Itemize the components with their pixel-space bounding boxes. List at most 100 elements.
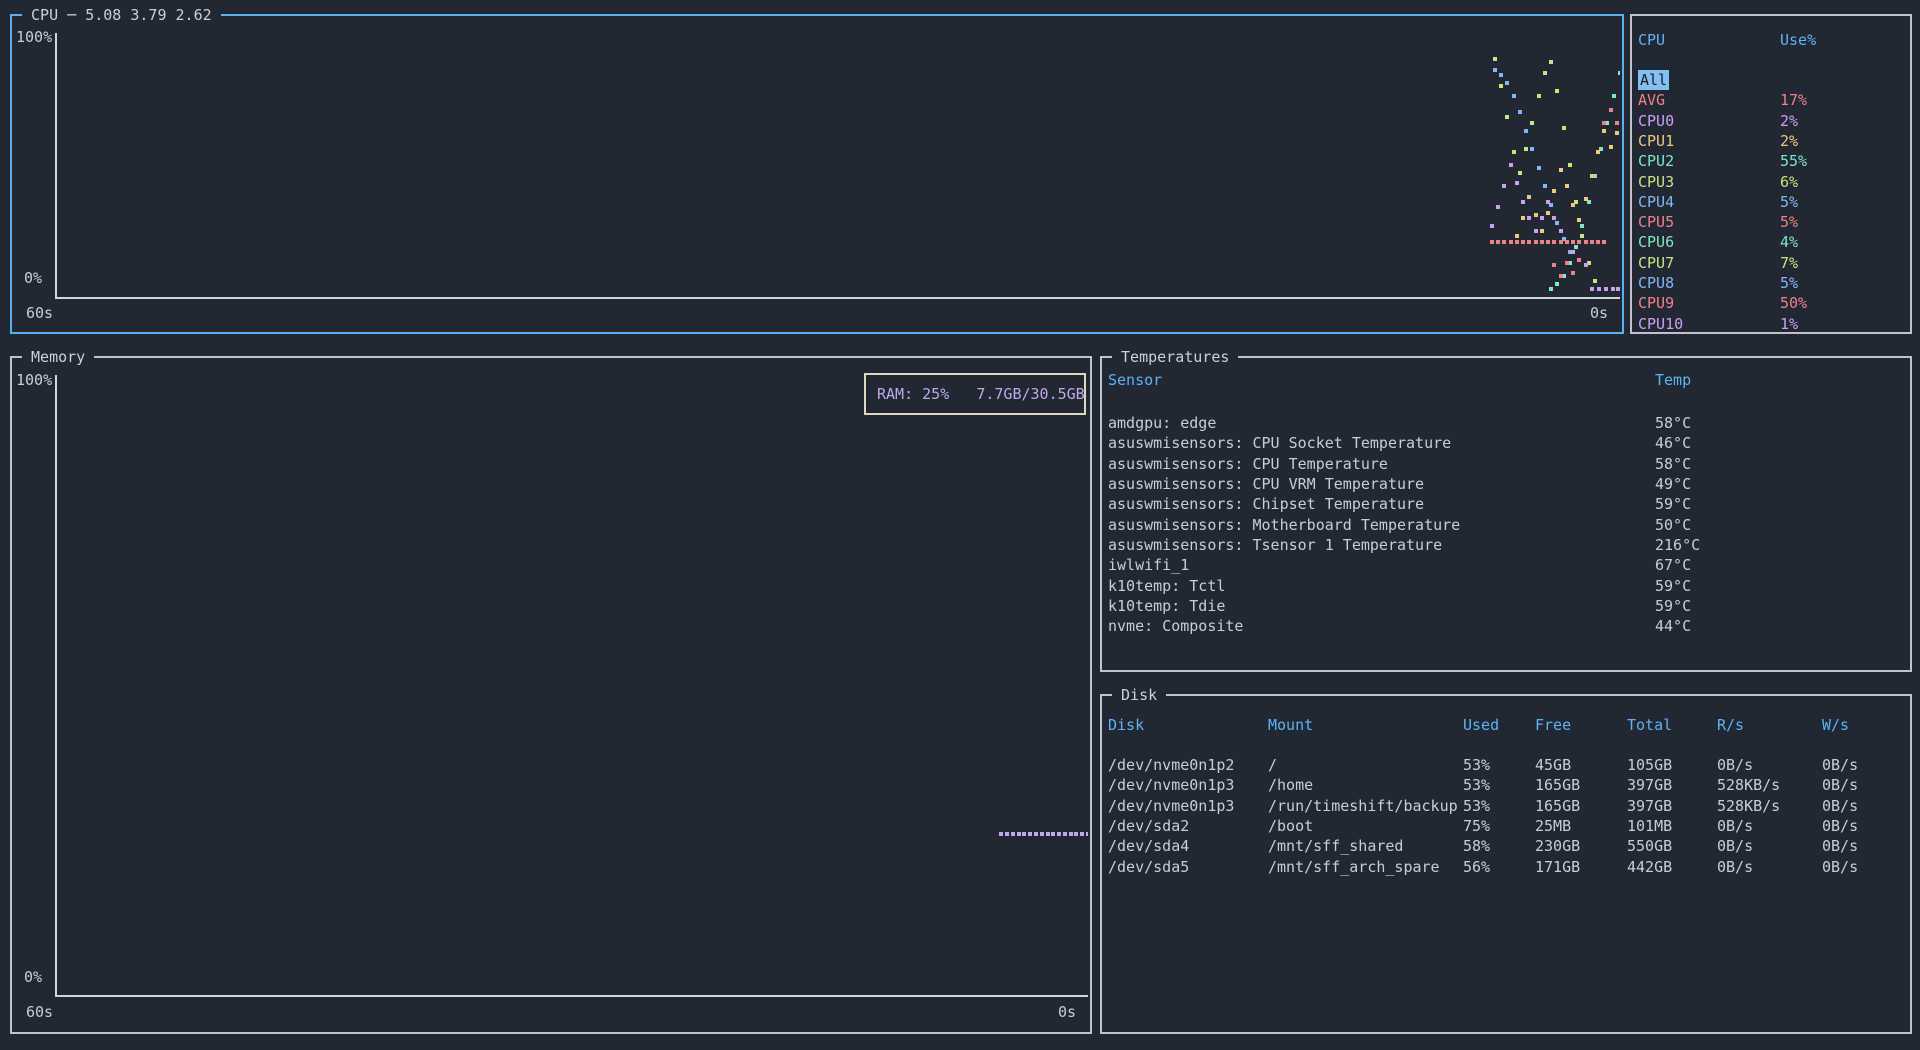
plot-dot xyxy=(1496,240,1500,244)
plot-dot xyxy=(999,832,1003,836)
disk-row[interactable]: /dev/sda5/mnt/sff_arch_spare56%171GB442G… xyxy=(1102,857,1910,877)
disk-read-speed: 0B/s xyxy=(1717,857,1753,877)
plot-dot xyxy=(1618,71,1620,75)
temperature-row[interactable]: k10temp: Tctl59°C xyxy=(1102,576,1910,596)
temperature-row[interactable]: asuswmisensors: CPU VRM Temperature 49°C xyxy=(1102,474,1910,494)
disk-row[interactable]: /dev/nvme0n1p3/run/timeshift/backup53%16… xyxy=(1102,796,1910,816)
plot-dot xyxy=(1571,271,1575,275)
temperature-row[interactable]: asuswmisensors: CPU Socket Temperature46… xyxy=(1102,433,1910,453)
temperature-row[interactable]: asuswmisensors: Chipset Temperature59°C xyxy=(1102,494,1910,514)
cpu-legend-row-cpu1[interactable]: CPU12% xyxy=(1632,131,1910,151)
memory-graph-panel[interactable]: Memory 100% 0% 60s 0s RAM: 25% 7.7GB/30.… xyxy=(10,356,1092,1034)
sensor-temp: 58°C xyxy=(1655,454,1691,474)
disk-row[interactable]: /dev/nvme0n1p3/home53%165GB397GB528KB/s0… xyxy=(1102,775,1910,795)
disk-total: 105GB xyxy=(1627,755,1672,775)
temperature-row[interactable]: k10temp: Tdie 59°C xyxy=(1102,596,1910,616)
disk-total: 397GB xyxy=(1627,775,1672,795)
plot-dot xyxy=(1571,250,1575,254)
cpu-legend-label: CPU2 xyxy=(1638,151,1674,171)
plot-dot xyxy=(1534,229,1538,233)
temperatures-panel[interactable]: Temperatures Sensor Temp amdgpu: edge58°… xyxy=(1100,356,1912,672)
cpu-legend-label: CPU10 xyxy=(1638,314,1683,334)
plot-dot xyxy=(1546,200,1550,204)
disk-col-disk: Disk xyxy=(1108,716,1144,734)
plot-dot xyxy=(1069,832,1073,836)
sensor-temp: 58°C xyxy=(1655,413,1691,433)
cpu-legend-value: 1% xyxy=(1780,314,1798,334)
plot-dot xyxy=(1616,287,1620,291)
plot-dot xyxy=(1005,832,1009,836)
sensor-temp: 59°C xyxy=(1655,494,1691,514)
plot-dot xyxy=(1512,94,1516,98)
plot-dot xyxy=(1559,274,1563,278)
plot-dot xyxy=(1562,126,1566,130)
disk-col-total: Total xyxy=(1627,716,1672,734)
cpu-legend-row-cpu4[interactable]: CPU45% xyxy=(1632,192,1910,212)
plot-dot xyxy=(1490,224,1494,228)
temps-col-temp: Temp xyxy=(1655,371,1691,389)
temperature-row[interactable]: asuswmisensors: Tsensor 1 Temperature216… xyxy=(1102,535,1910,555)
cpu-legend-row-cpu3[interactable]: CPU36% xyxy=(1632,172,1910,192)
plot-dot xyxy=(1552,263,1556,267)
disk-row[interactable]: /dev/nvme0n1p2/53%45GB105GB0B/s0B/s xyxy=(1102,755,1910,775)
plot-dot xyxy=(1040,832,1044,836)
temperature-row[interactable]: asuswmisensors: CPU Temperature58°C xyxy=(1102,454,1910,474)
cpu-legend-panel[interactable]: CPU Use% AllAVG17%CPU02%CPU12%CPU255%CPU… xyxy=(1630,14,1912,334)
temperature-row[interactable]: nvme: Composite44°C xyxy=(1102,616,1910,636)
cpu-legend-label: CPU7 xyxy=(1638,253,1674,273)
plot-dot xyxy=(1552,189,1556,193)
sensor-name: asuswmisensors: CPU VRM Temperature xyxy=(1108,474,1424,494)
cpu-legend-label: CPU1 xyxy=(1638,131,1674,151)
sensor-temp: 59°C xyxy=(1655,576,1691,596)
cpu-legend-row-cpu10[interactable]: CPU10 1% xyxy=(1632,314,1910,334)
disk-used: 53% xyxy=(1463,796,1490,816)
disk-row[interactable]: /dev/sda4/mnt/sff_shared58%230GB550GB0B/… xyxy=(1102,836,1910,856)
cpu-legend-label: CPU6 xyxy=(1638,232,1674,252)
plot-dot xyxy=(1063,832,1067,836)
plot-dot xyxy=(1577,240,1581,244)
plot-dot xyxy=(1515,240,1519,244)
cpu-legend-label: AVG xyxy=(1638,90,1665,110)
plot-dot xyxy=(1549,287,1553,291)
plot-dot xyxy=(1524,129,1528,133)
disk-col-free: Free xyxy=(1535,716,1571,734)
cpu-legend-row-cpu2[interactable]: CPU255% xyxy=(1632,151,1910,171)
cpu-legend-row-all[interactable]: All xyxy=(1632,70,1910,90)
disk-read-speed: 0B/s xyxy=(1717,836,1753,856)
plot-dot xyxy=(1584,263,1588,267)
disk-free: 45GB xyxy=(1535,755,1571,775)
plot-dot xyxy=(1499,73,1503,77)
plot-dot xyxy=(1502,184,1506,188)
sensor-temp: 49°C xyxy=(1655,474,1691,494)
cpu-legend-row-cpu5[interactable]: CPU55% xyxy=(1632,212,1910,232)
plot-dot xyxy=(1505,81,1509,85)
disk-row[interactable]: /dev/sda2/boot75%25MB101MB0B/s0B/s xyxy=(1102,816,1910,836)
disk-col-ws: W/s xyxy=(1822,716,1849,734)
plot-dot xyxy=(1521,216,1525,220)
disk-device: /dev/nvme0n1p2 xyxy=(1108,755,1234,775)
plot-dot xyxy=(1086,832,1088,836)
plot-dot xyxy=(1552,216,1556,220)
disk-free: 230GB xyxy=(1535,836,1580,856)
plot-dot xyxy=(1515,234,1519,238)
plot-dot xyxy=(1499,84,1503,88)
disk-panel[interactable]: Disk Disk Mount Used Free Total R/s W/s … xyxy=(1100,694,1912,1034)
cpu-legend-row-cpu8[interactable]: CPU85% xyxy=(1632,273,1910,293)
cpu-legend-row-cpu9[interactable]: CPU950% xyxy=(1632,293,1910,313)
temperature-row[interactable]: iwlwifi_167°C xyxy=(1102,555,1910,575)
temperature-row[interactable]: asuswmisensors: Motherboard Temperature5… xyxy=(1102,515,1910,535)
cpu-graph-panel[interactable]: CPU ─ 5.08 3.79 2.62 100% 0% 60s 0s xyxy=(10,14,1624,334)
cpu-legend-row-cpu6[interactable]: CPU64% xyxy=(1632,232,1910,252)
disk-used: 53% xyxy=(1463,755,1490,775)
temperature-row[interactable]: amdgpu: edge58°C xyxy=(1102,413,1910,433)
cpu-legend-row-avg[interactable]: AVG17% xyxy=(1632,90,1910,110)
plot-dot xyxy=(1597,287,1601,291)
disk-free: 171GB xyxy=(1535,857,1580,877)
plot-dot xyxy=(1028,832,1032,836)
sensor-temp: 59°C xyxy=(1655,596,1691,616)
sensor-name: k10temp: Tdie xyxy=(1108,596,1225,616)
cpu-legend-row-cpu0[interactable]: CPU02% xyxy=(1632,111,1910,131)
cpu-legend-row-cpu7[interactable]: CPU77% xyxy=(1632,253,1910,273)
plot-dot xyxy=(1559,229,1563,233)
sensor-temp: 46°C xyxy=(1655,433,1691,453)
